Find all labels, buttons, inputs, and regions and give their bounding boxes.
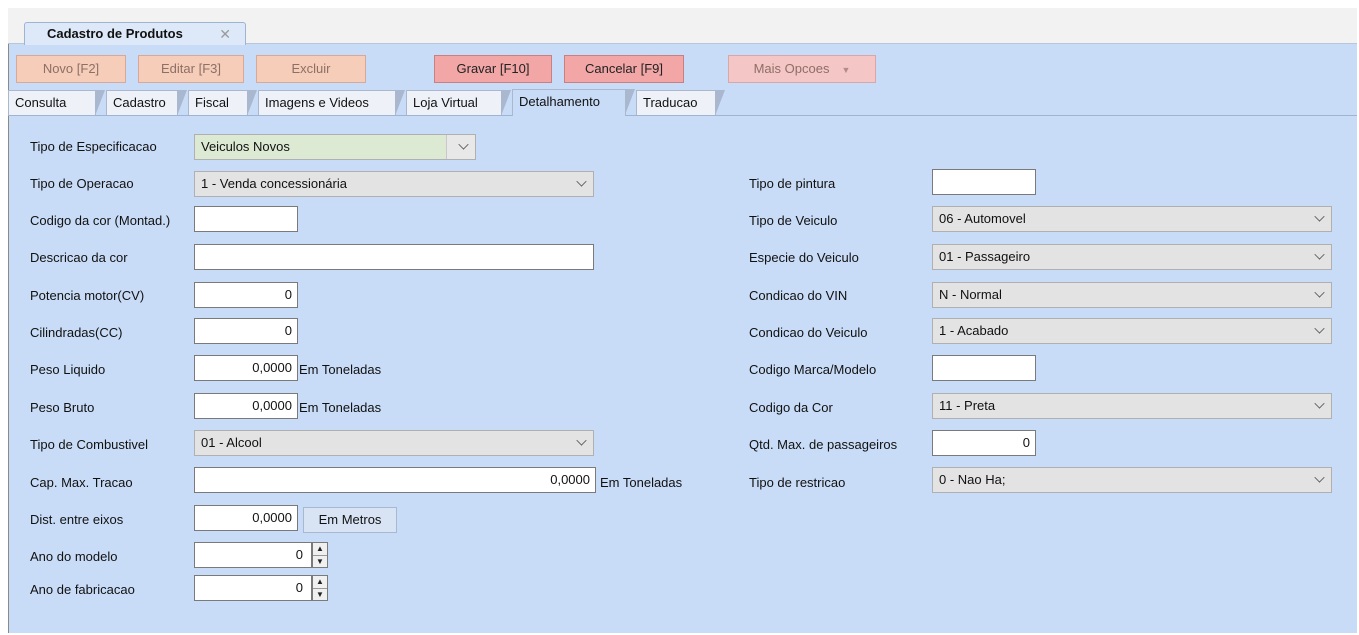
tipo-pintura-input[interactable] [932, 169, 1036, 195]
tab-imagens-videos[interactable]: Imagens e Videos [258, 90, 405, 116]
peso-bruto-label: Peso Bruto [30, 400, 95, 415]
descricao-cor-input[interactable] [194, 244, 594, 270]
tab-detalhamento[interactable]: Detalhamento [512, 89, 635, 116]
tipo-combustivel-value: 01 - Alcool [201, 435, 262, 450]
tab-loja-virtual[interactable]: Loja Virtual [406, 90, 511, 116]
chevron-down-icon [576, 435, 587, 446]
chevron-down-icon [1314, 398, 1325, 409]
dist-eixos-label: Dist. entre eixos [30, 512, 124, 527]
tab-cadastro[interactable]: Cadastro [106, 90, 187, 116]
chevron-down-icon: ▼ [841, 65, 851, 75]
dist-eixos-input[interactable]: 0,0000 [194, 505, 298, 531]
save-button[interactable]: Gravar [F10] [434, 55, 552, 83]
document-tab-bar: Cadastro de Produtos ✕ [8, 8, 1357, 45]
ano-fabricacao-label: Ano de fabricacao [30, 582, 135, 597]
especie-veiculo-value: 01 - Passageiro [939, 249, 1031, 264]
condicao-veiculo-select[interactable]: 1 - Acabado [932, 318, 1332, 344]
tipo-operacao-label: Tipo de Operacao [30, 176, 134, 191]
tipo-restricao-select[interactable]: 0 - Nao Ha; [932, 467, 1332, 493]
tipo-especificacao-select[interactable]: Veiculos Novos [194, 134, 476, 160]
close-icon[interactable]: ✕ [219, 23, 231, 45]
descricao-cor-label: Descricao da cor [30, 250, 128, 265]
potencia-motor-label: Potencia motor(CV) [30, 288, 145, 303]
cancel-button[interactable]: Cancelar [F9] [564, 55, 684, 83]
tab-fiscal[interactable]: Fiscal [188, 90, 257, 116]
condicao-vin-select[interactable]: N - Normal [932, 282, 1332, 308]
chevron-down-icon [1314, 287, 1325, 298]
tipo-operacao-select[interactable]: 1 - Venda concessionária [194, 171, 594, 197]
cilindradas-label: Cilindradas(CC) [30, 325, 123, 340]
tipo-restricao-label: Tipo de restricao [749, 475, 846, 490]
peso-bruto-input[interactable]: 0,0000 [194, 393, 298, 419]
ano-modelo-spinner[interactable]: ▲ ▼ [312, 542, 328, 568]
peso-liquido-label: Peso Liquido [30, 362, 106, 377]
especie-veiculo-select[interactable]: 01 - Passageiro [932, 244, 1332, 270]
cap-max-tracao-input[interactable]: 0,0000 [194, 467, 596, 493]
new-button[interactable]: Novo [F2] [16, 55, 126, 83]
tipo-veiculo-value: 06 - Automovel [939, 211, 1026, 226]
codigo-cor-montad-input[interactable] [194, 206, 298, 232]
qtd-passageiros-input[interactable]: 0 [932, 430, 1036, 456]
cap-max-tracao-unit: Em Toneladas [600, 475, 683, 490]
peso-liquido-input[interactable]: 0,0000 [194, 355, 298, 381]
condicao-vin-value: N - Normal [939, 287, 1002, 302]
peso-liquido-unit: Em Toneladas [299, 362, 382, 377]
tab-traducao[interactable]: Traducao [636, 90, 725, 116]
condicao-vin-label: Condicao do VIN [749, 288, 848, 303]
edit-button[interactable]: Editar [F3] [138, 55, 244, 83]
especie-veiculo-label: Especie do Veiculo [749, 250, 859, 265]
ano-modelo-label: Ano do modelo [30, 549, 118, 564]
tipo-combustivel-label: Tipo de Combustivel [30, 437, 149, 452]
qtd-passageiros-label: Qtd. Max. de passageiros [749, 437, 898, 452]
tipo-combustivel-select[interactable]: 01 - Alcool [194, 430, 594, 456]
chevron-down-icon [1314, 472, 1325, 483]
ano-fabricacao-spinner[interactable]: ▲ ▼ [312, 575, 328, 601]
ano-modelo-input[interactable]: 0 [194, 542, 312, 568]
tipo-especificacao-label: Tipo de Especificacao [30, 139, 157, 154]
tipo-pintura-label: Tipo de pintura [749, 176, 836, 191]
chevron-down-icon [1314, 249, 1325, 260]
ano-fabricacao-input[interactable]: 0 [194, 575, 312, 601]
tab-consulta[interactable]: Consulta [8, 90, 105, 116]
chevron-down-icon [1314, 323, 1325, 334]
document-tab-title: Cadastro de Produtos [47, 26, 183, 41]
chevron-down-icon [576, 176, 587, 187]
toolbar: Novo [F2] Editar [F3] Excluir Gravar [F1… [8, 47, 1357, 83]
tipo-veiculo-label: Tipo de Veiculo [749, 213, 838, 228]
codigo-marca-modelo-label: Codigo Marca/Modelo [749, 362, 877, 377]
codigo-cor-montad-label: Codigo da cor (Montad.) [30, 213, 171, 228]
condicao-veiculo-label: Condicao do Veiculo [749, 325, 868, 340]
spin-up-icon[interactable]: ▲ [313, 576, 327, 589]
peso-bruto-unit: Em Toneladas [299, 400, 382, 415]
delete-button[interactable]: Excluir [256, 55, 366, 83]
condicao-veiculo-value: 1 - Acabado [939, 323, 1009, 338]
codigo-cor-label: Codigo da Cor [749, 400, 833, 415]
cilindradas-input[interactable]: 0 [194, 318, 298, 344]
tab-strip: Consulta Cadastro Fiscal Imagens e Video… [8, 89, 1357, 116]
tipo-especificacao-value: Veiculos Novos [201, 139, 290, 154]
spin-up-icon[interactable]: ▲ [313, 543, 327, 556]
spin-down-icon[interactable]: ▼ [313, 589, 327, 601]
cap-max-tracao-label: Cap. Max. Tracao [30, 475, 133, 490]
codigo-cor-select[interactable]: 11 - Preta [932, 393, 1332, 419]
spin-down-icon[interactable]: ▼ [313, 556, 327, 568]
more-options-button[interactable]: Mais Opcoes ▼ [728, 55, 876, 83]
tipo-operacao-value: 1 - Venda concessionária [201, 176, 347, 191]
tipo-restricao-value: 0 - Nao Ha; [939, 472, 1006, 487]
document-tab[interactable]: Cadastro de Produtos ✕ [24, 22, 246, 45]
codigo-marca-modelo-input[interactable] [932, 355, 1036, 381]
potencia-motor-input[interactable]: 0 [194, 282, 298, 308]
chevron-down-icon [1314, 211, 1325, 222]
tipo-veiculo-select[interactable]: 06 - Automovel [932, 206, 1332, 232]
codigo-cor-value: 11 - Preta [939, 398, 996, 413]
more-options-label: Mais Opcoes [753, 61, 830, 76]
dist-eixos-unit: Em Metros [303, 507, 397, 533]
